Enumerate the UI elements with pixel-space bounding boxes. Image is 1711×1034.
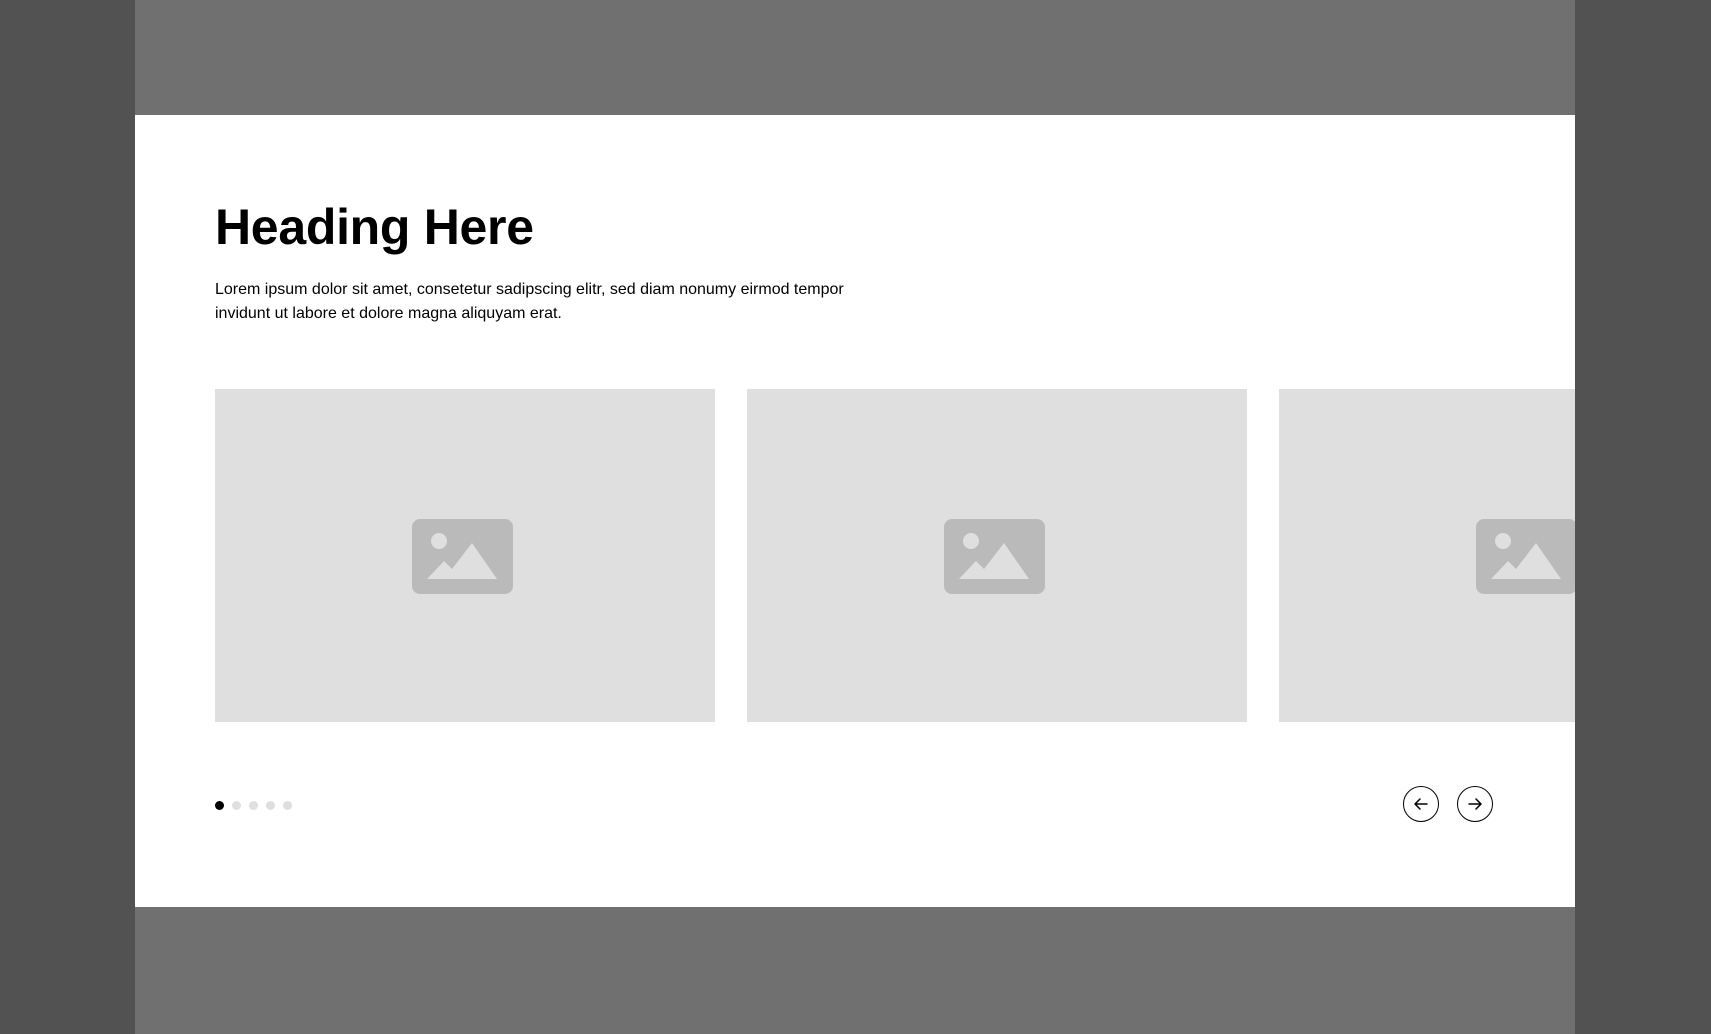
previous-slide-button[interactable] [1403,786,1439,822]
arrow-left-icon [1414,798,1428,810]
next-slide-button[interactable] [1457,786,1493,822]
image-placeholder-icon [412,519,513,594]
section-heading: Heading Here [215,199,534,255]
pagination-dot-3[interactable] [249,801,258,810]
carousel-slide-1[interactable] [215,389,715,722]
section-description: Lorem ipsum dolor sit amet, consetetur s… [215,281,844,322]
pagination-dots [215,801,292,810]
carousel-slide-2[interactable] [747,389,1247,722]
carousel-slide-3[interactable] [1279,389,1575,722]
pagination-dot-1[interactable] [215,801,224,810]
arrow-right-icon [1468,798,1482,810]
image-placeholder-icon [1476,519,1575,594]
image-placeholder-icon [944,519,1045,594]
page-frame: Heading Here Lorem ipsum dolor sit amet,… [135,0,1575,1034]
pagination-dot-2[interactable] [232,801,241,810]
pagination-dot-5[interactable] [283,801,292,810]
pagination-dot-4[interactable] [266,801,275,810]
carousel-section: Heading Here Lorem ipsum dolor sit amet,… [135,115,1575,907]
